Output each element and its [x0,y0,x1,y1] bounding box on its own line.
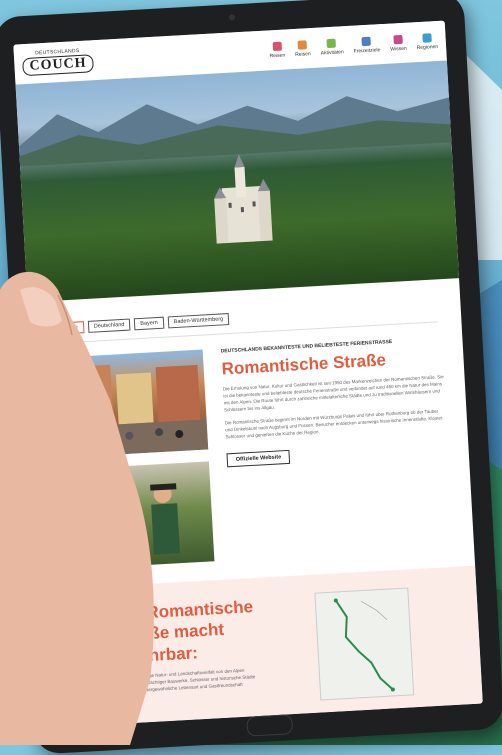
hand-holding-tablet [0,271,154,745]
